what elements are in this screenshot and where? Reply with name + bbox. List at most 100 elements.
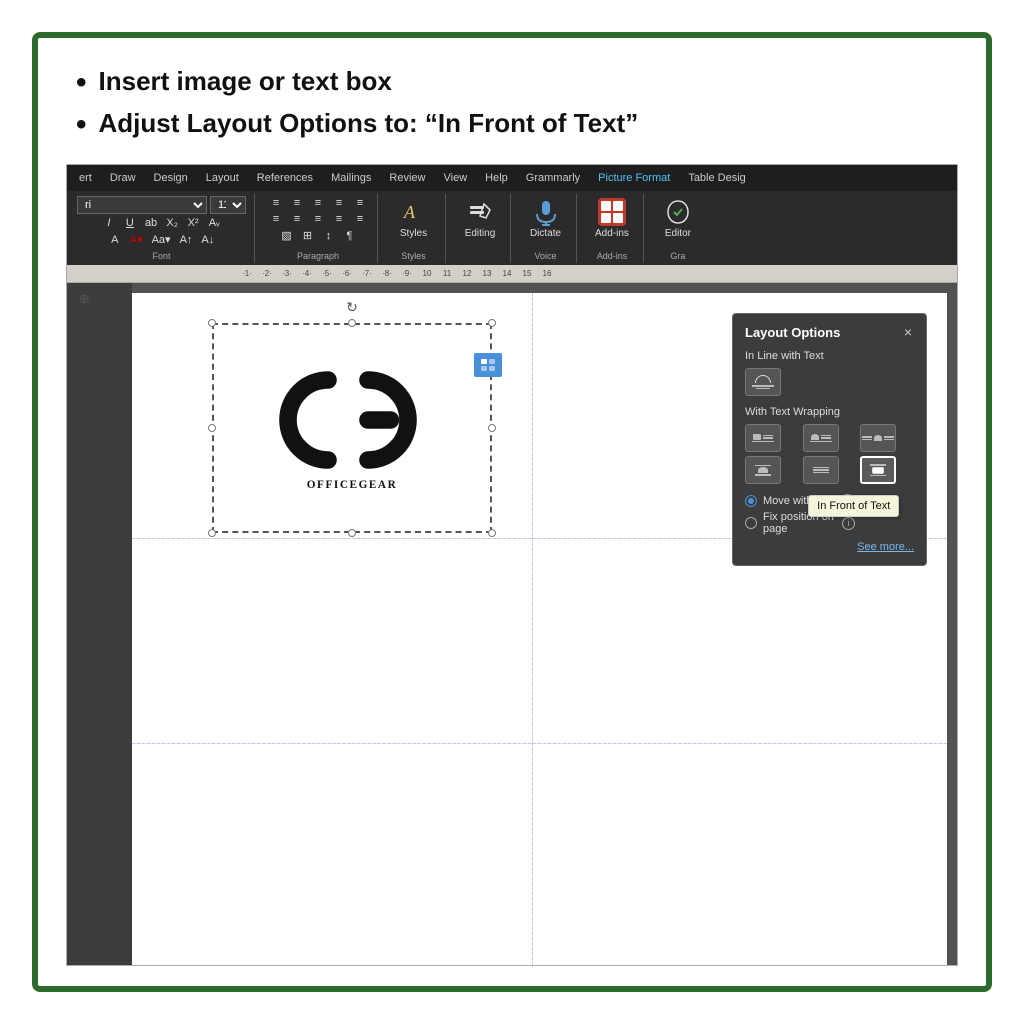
sort-button[interactable]: ↕ [320, 229, 338, 243]
wrap-infront-btn[interactable]: In Front of Text [860, 456, 896, 484]
superscript-button[interactable]: X² [184, 216, 202, 230]
wrapping-options-grid: In Front of Text [745, 424, 914, 484]
bold-button[interactable]: I [100, 216, 118, 230]
align-left-button[interactable]: ≡ [267, 212, 285, 226]
align-right-button[interactable]: ≡ [309, 212, 327, 226]
editor-icon [664, 198, 692, 226]
wrap-line [752, 441, 774, 443]
handle-mid-right[interactable] [488, 424, 496, 432]
addins-button[interactable]: Add-ins [589, 196, 635, 241]
handle-top-left[interactable] [208, 319, 216, 327]
para-row3: ▧ ⊞ ↕ ¶ [278, 228, 359, 243]
ribbon-content: ri 11 I U ab X₂ X² Aᵥ A A▾ Aa [67, 191, 957, 265]
dictate-button[interactable]: Dictate [524, 196, 568, 241]
grow-font-button[interactable]: A↑ [177, 233, 196, 247]
handle-top-mid[interactable] [348, 319, 356, 327]
inline-line2 [756, 388, 770, 390]
tab-grammarly[interactable]: Grammarly [518, 169, 588, 187]
inline-text-btn[interactable] [745, 368, 781, 396]
svg-text:A: A [403, 202, 416, 222]
handle-bot-mid[interactable] [348, 529, 356, 537]
numbering-button[interactable]: ≡ [288, 196, 306, 210]
editing-button[interactable]: Editing [458, 196, 502, 241]
show-hide-button[interactable]: ¶ [341, 229, 359, 243]
tab-review[interactable]: Review [381, 169, 433, 187]
para-row2: ≡ ≡ ≡ ≡ ≡ [267, 212, 369, 226]
panel-title: Layout Options [745, 325, 840, 340]
ribbon-group-addins: Add-ins Add-ins [585, 194, 644, 263]
selected-image[interactable]: ↻ [212, 323, 492, 533]
ribbon-group-styles: A Styles Styles [386, 194, 446, 263]
document-area: ·1· ·2· ·3· ·4· ·5· ·6· ·7· ·8· ·9· 10 1… [67, 265, 957, 965]
grid-line-h2 [132, 743, 947, 744]
tab-picture-format[interactable]: Picture Format [590, 169, 678, 187]
wrap-topbottom-btn[interactable] [745, 456, 781, 484]
tab-references[interactable]: References [249, 169, 321, 187]
editor-group-label: Gra [670, 249, 685, 261]
svg-text:OFFICEGEAR: OFFICEGEAR [307, 479, 398, 491]
tab-table-design[interactable]: Table Desig [680, 169, 753, 187]
align-center-button[interactable]: ≡ [288, 212, 306, 226]
tab-view[interactable]: View [436, 169, 476, 187]
clear-format-button[interactable]: Aᵥ [205, 216, 223, 230]
tab-ert[interactable]: ert [71, 169, 100, 187]
dictate-icon [532, 198, 560, 226]
wrap-through-btn[interactable] [860, 424, 896, 452]
radio-move-dot[interactable] [745, 495, 757, 507]
shading-button[interactable]: ▧ [278, 228, 296, 243]
wrap-behind-btn[interactable] [803, 456, 839, 484]
editing-icon [466, 198, 494, 226]
addins-icon [598, 198, 626, 226]
font-name-select[interactable]: ri [77, 196, 207, 214]
font-color-button[interactable]: A▾ [127, 232, 146, 247]
styles-icon: A [400, 198, 428, 226]
handle-bot-left[interactable] [208, 529, 216, 537]
infront-tooltip: In Front of Text [808, 495, 899, 517]
shrink-font-button[interactable]: A↓ [198, 233, 217, 247]
text-case-button[interactable]: Aa▾ [149, 232, 174, 247]
ribbon-group-paragraph: ≡ ≡ ≡ ≡ ≡ ≡ ≡ ≡ ≡ ≡ ▧ ⊞ ↕ ¶ [263, 194, 378, 263]
fix-info-icon[interactable]: i [842, 517, 855, 530]
borders-button[interactable]: ⊞ [299, 228, 317, 243]
see-more-link[interactable]: See more... [745, 541, 914, 553]
text-highlight-button[interactable]: A [106, 233, 124, 247]
handle-mid-left[interactable] [208, 424, 216, 432]
tab-mailings[interactable]: Mailings [323, 169, 379, 187]
grid-line-v1 [532, 293, 533, 965]
tab-draw[interactable]: Draw [102, 169, 144, 187]
handle-top-right[interactable] [488, 319, 496, 327]
align-center-icon[interactable]: ≡ [351, 196, 369, 210]
ribbon-group-editor: Editor Gra [652, 194, 708, 263]
styles-button[interactable]: A Styles [392, 196, 436, 241]
page-white: ↻ [132, 293, 947, 965]
paragraph-group-label: Paragraph [297, 249, 339, 261]
tab-help[interactable]: Help [477, 169, 516, 187]
bullets-button[interactable]: ≡ [267, 196, 285, 210]
editor-button[interactable]: Editor [656, 196, 700, 241]
wrapping-section-title: With Text Wrapping [745, 406, 914, 418]
ruler: ·1· ·2· ·3· ·4· ·5· ·6· ·7· ·8· ·9· 10 1… [67, 265, 957, 283]
align-right-icon[interactable]: ≡ [330, 196, 348, 210]
multilevel-button[interactable]: ≡ [309, 196, 327, 210]
layout-options-panel: Layout Options × In Line with Text [732, 313, 927, 566]
addins-group-label: Add-ins [597, 249, 628, 261]
layout-options-icon-btn[interactable] [474, 353, 502, 377]
page-area: ⊕ ↻ [67, 283, 957, 965]
wrap-square-btn[interactable] [745, 424, 781, 452]
subscript-button[interactable]: X₂ [163, 216, 181, 230]
font-group-label: Font [152, 249, 170, 261]
strikethrough-button[interactable]: ab [142, 216, 160, 230]
underline-button[interactable]: U [121, 216, 139, 230]
handle-bot-right[interactable] [488, 529, 496, 537]
wrap-tight-btn[interactable] [803, 424, 839, 452]
panel-close-button[interactable]: × [902, 324, 914, 340]
radio-fix-dot[interactable] [745, 517, 757, 529]
justify-button[interactable]: ≡ [330, 212, 348, 226]
indent-button[interactable]: ≡ [351, 212, 369, 226]
tab-design[interactable]: Design [146, 169, 196, 187]
tab-layout[interactable]: Layout [198, 169, 247, 187]
tight-line [810, 441, 832, 443]
left-sidebar: ⊕ [67, 283, 132, 965]
font-size-select[interactable]: 11 [210, 196, 246, 214]
rotate-handle[interactable]: ↻ [346, 301, 358, 313]
